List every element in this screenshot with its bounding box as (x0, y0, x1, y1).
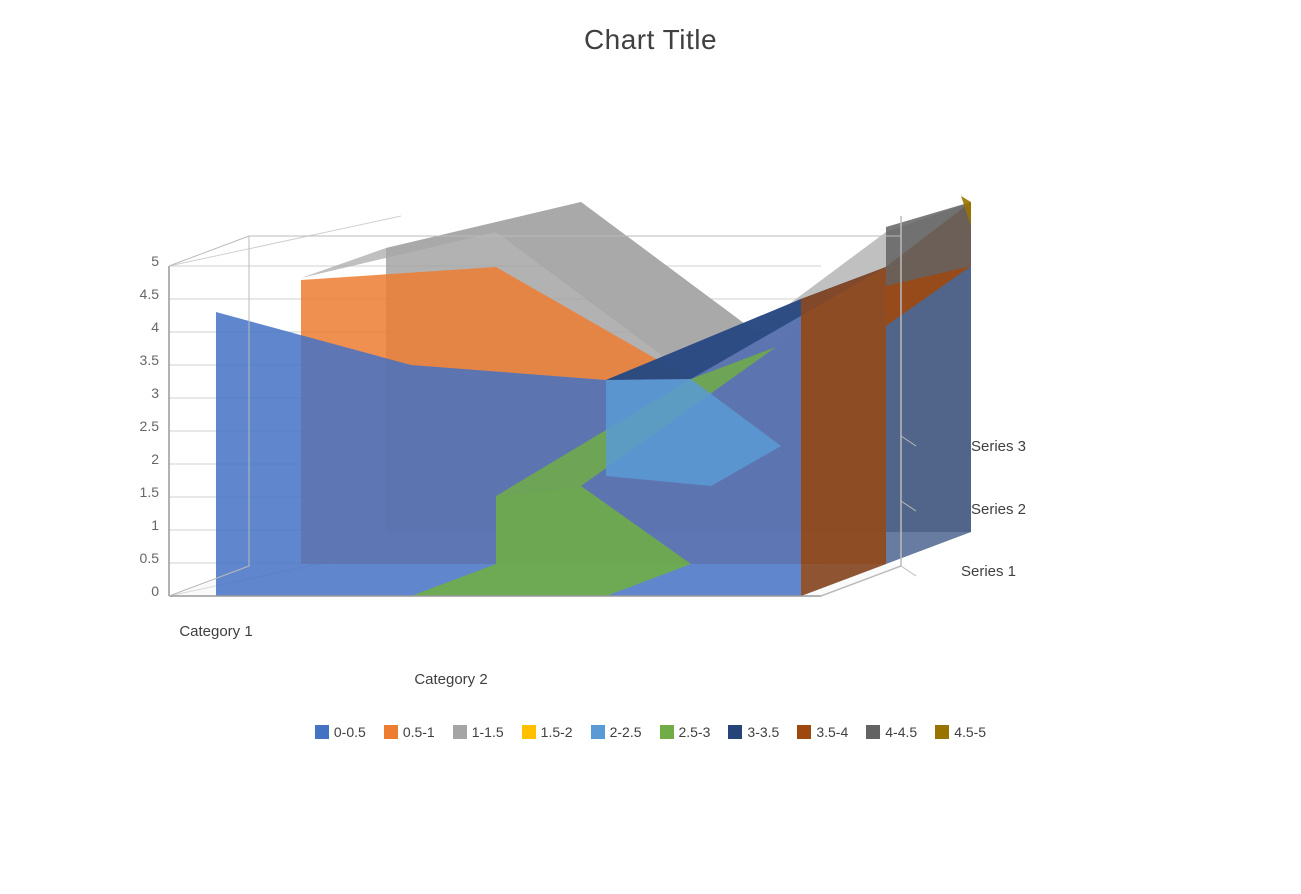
y-label-15: 1.5 (139, 484, 159, 500)
legend-item-3: 1.5-2 (522, 724, 573, 740)
series1-tick (901, 566, 916, 576)
y-label-45: 4.5 (139, 286, 159, 302)
legend-swatch-2 (453, 725, 467, 739)
y-label-1: 1 (151, 517, 159, 533)
legend-swatch-9 (935, 725, 949, 739)
cat2-label: Category 2 (414, 671, 487, 688)
series2-label: Series 2 (971, 501, 1026, 518)
legend-label-9: 4.5-5 (954, 724, 986, 740)
legend-item-8: 4-4.5 (866, 724, 917, 740)
legend-item-9: 4.5-5 (935, 724, 986, 740)
legend-swatch-3 (522, 725, 536, 739)
legend-item-0: 0-0.5 (315, 724, 366, 740)
chart-container: Chart Title 0 0.5 1 1.5 2 2.5 3 3.5 4 4.… (0, 0, 1301, 894)
y-label-2: 2 (151, 451, 159, 467)
chart-area: 0 0.5 1 1.5 2 2.5 3 3.5 4 4.5 5 (101, 66, 1201, 716)
legend: 0-0.5 0.5-1 1-1.5 1.5-2 2-2.5 2.5-3 3-3.… (315, 724, 986, 740)
legend-swatch-7 (797, 725, 811, 739)
legend-item-6: 3-3.5 (728, 724, 779, 740)
legend-item-4: 2-2.5 (591, 724, 642, 740)
legend-swatch-4 (591, 725, 605, 739)
y-label-0: 0 (151, 583, 159, 599)
legend-item-7: 3.5-4 (797, 724, 848, 740)
legend-label-8: 4-4.5 (885, 724, 917, 740)
legend-swatch-1 (384, 725, 398, 739)
y-label-4: 4 (151, 319, 159, 335)
legend-label-1: 0.5-1 (403, 724, 435, 740)
legend-label-4: 2-2.5 (610, 724, 642, 740)
series3-label: Series 3 (971, 438, 1026, 455)
y-label-3: 3 (151, 385, 159, 401)
legend-item-2: 1-1.5 (453, 724, 504, 740)
legend-item-5: 2.5-3 (660, 724, 711, 740)
legend-label-7: 3.5-4 (816, 724, 848, 740)
cat1-label: Category 1 (179, 623, 252, 640)
series1-label: Series 1 (961, 563, 1016, 580)
legend-label-3: 1.5-2 (541, 724, 573, 740)
y-label-25: 2.5 (139, 418, 159, 434)
legend-swatch-0 (315, 725, 329, 739)
legend-label-6: 3-3.5 (747, 724, 779, 740)
legend-swatch-8 (866, 725, 880, 739)
y-label-35: 3.5 (139, 352, 159, 368)
legend-label-2: 1-1.5 (472, 724, 504, 740)
y-label-5: 5 (151, 253, 159, 269)
legend-swatch-5 (660, 725, 674, 739)
legend-label-5: 2.5-3 (679, 724, 711, 740)
brown-side (801, 267, 886, 596)
chart-title: Chart Title (584, 24, 717, 56)
legend-item-1: 0.5-1 (384, 724, 435, 740)
chart-svg: 0 0.5 1 1.5 2 2.5 3 3.5 4 4.5 5 (101, 66, 1201, 716)
legend-swatch-6 (728, 725, 742, 739)
y-label-05: 0.5 (139, 550, 159, 566)
legend-label-0: 0-0.5 (334, 724, 366, 740)
